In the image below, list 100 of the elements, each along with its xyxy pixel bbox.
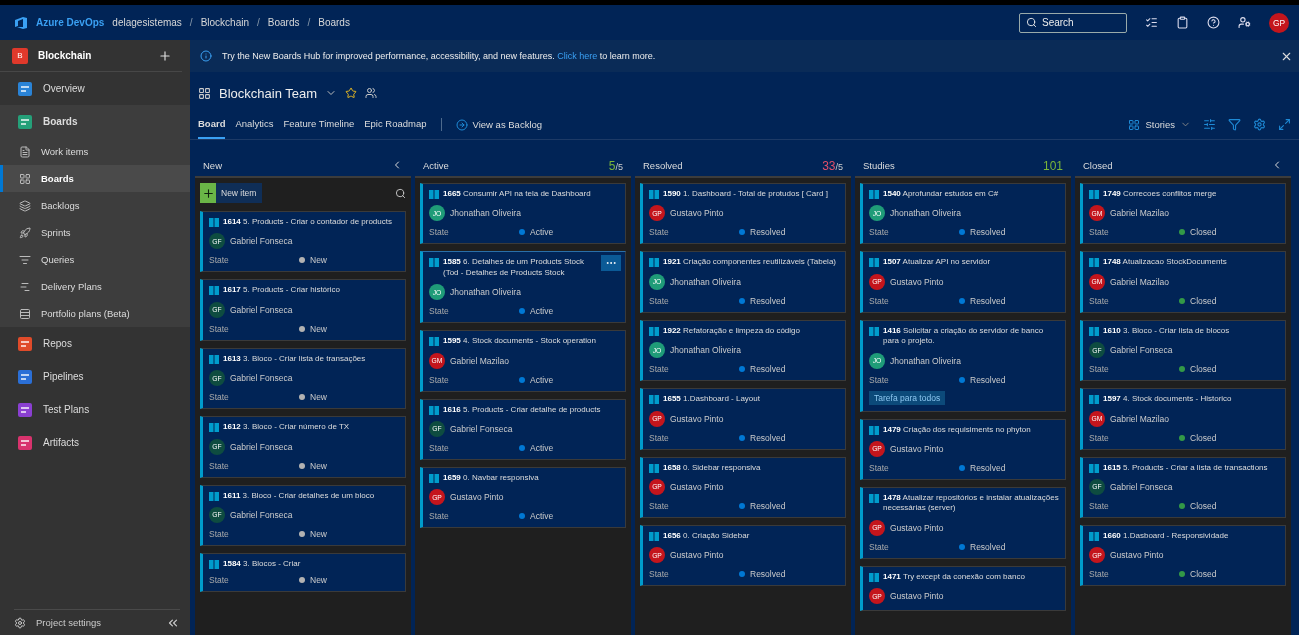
- state-value: New: [310, 323, 327, 334]
- backlog-level-selector[interactable]: Stories: [1128, 118, 1191, 131]
- help-icon[interactable]: [1207, 16, 1220, 29]
- card-title[interactable]: 1584 3. Blocos - Criar: [223, 558, 301, 570]
- card-title[interactable]: 1507 Atualizar API no servidor: [883, 257, 991, 268]
- nav-subitem[interactable]: Boards: [0, 165, 190, 192]
- card-title[interactable]: 1590 1. Dashboard - Total de protudos [ Card ]: [663, 189, 828, 200]
- more-button[interactable]: [601, 255, 621, 272]
- field-label: State: [1089, 295, 1110, 306]
- story-icon: [869, 258, 879, 268]
- settings-icon[interactable]: [1253, 118, 1266, 131]
- tab[interactable]: Feature Timeline: [283, 110, 355, 139]
- nav-item[interactable]: Pipelines: [0, 360, 190, 393]
- card-title[interactable]: 1665 Consumir API na tela de Dashboard: [443, 189, 591, 200]
- card-title[interactable]: 1611 3. Bloco - Criar detalhes de um bloco: [223, 490, 375, 501]
- add-icon[interactable]: [158, 48, 172, 63]
- assignee-name: Gabriel Mazilao: [1110, 413, 1170, 424]
- nav-item[interactable]: Test Plans: [0, 393, 190, 426]
- card-title[interactable]: 1748 Atualizacao StockDocuments: [1103, 257, 1227, 268]
- card-title[interactable]: 1660 1.Dasboard - Responsividade: [1103, 530, 1229, 542]
- card-title[interactable]: 1658 0. Sidebar responsiva: [663, 462, 761, 473]
- team-name[interactable]: Blockchain Team: [219, 85, 318, 101]
- field-label: State: [869, 374, 890, 385]
- field-label: State: [209, 255, 230, 266]
- story-icon: [209, 218, 219, 227]
- card-title[interactable]: 1595 4. Stock documents - Stock operation: [443, 336, 596, 347]
- expand-icon[interactable]: [1278, 118, 1291, 131]
- nav-item[interactable]: Boards: [0, 105, 190, 138]
- card-title[interactable]: 1617 5. Products - Criar histórico: [223, 285, 340, 296]
- project-settings-link[interactable]: Project settings: [36, 617, 156, 628]
- card-title[interactable]: 1479 Criação dos requisiments no phyton: [883, 424, 1031, 435]
- tab[interactable]: Board: [198, 110, 226, 139]
- nav-subitem[interactable]: Work items: [0, 138, 190, 165]
- hub-icon: [17, 434, 33, 451]
- card-title[interactable]: 1614 5. Products - Criar o contador de products: [223, 217, 392, 228]
- nav-subitem[interactable]: Sprints: [0, 219, 190, 246]
- field-label: State: [869, 541, 890, 552]
- banner-link[interactable]: Click here: [557, 51, 598, 61]
- tab[interactable]: Epic Roadmap: [364, 110, 427, 139]
- grid-icon: [1128, 118, 1141, 131]
- nav-item[interactable]: Repos: [0, 327, 190, 360]
- nav-subitem[interactable]: Delivery Plans: [0, 273, 190, 300]
- nav-icon: [19, 145, 31, 158]
- card-title[interactable]: 1416 Solicitar a criação do servidor de banco para o projeto.: [883, 325, 1059, 347]
- nav-item[interactable]: Overview: [0, 72, 190, 105]
- search-icon[interactable]: [395, 187, 406, 199]
- story-icon: [429, 337, 439, 347]
- list-icon[interactable]: [1145, 16, 1158, 29]
- card-title[interactable]: 1656 0. Criação Sidebar: [663, 530, 750, 542]
- people-icon[interactable]: [365, 87, 378, 99]
- state-value: Closed: [1190, 500, 1217, 511]
- card-title[interactable]: 1585 6. Detalhes de um Products Stock (Tod - Detalhes de Products Stock: [443, 257, 599, 279]
- card-title[interactable]: 1478 Atualizar repositórios e instalar atualizações necessárias (server): [883, 492, 1059, 514]
- field-label: State: [429, 306, 450, 317]
- user-avatar[interactable]: GP: [1269, 12, 1289, 33]
- view-as-backlog-link[interactable]: View as Backlog: [455, 110, 543, 139]
- tab[interactable]: Analytics: [235, 110, 274, 139]
- card-title[interactable]: 1612 3. Bloco - Criar número de TX: [223, 422, 350, 433]
- assignee-name: Gabriel Fonseca: [1110, 345, 1173, 356]
- column-title: Resolved: [643, 159, 684, 171]
- work-item-card[interactable]: 1584 3. Blocos - Criar State New: [200, 552, 406, 593]
- field-label: State: [649, 432, 670, 443]
- sliders-icon[interactable]: [1203, 118, 1216, 131]
- card-title[interactable]: 1615 5. Products - Criar a lista de transactions: [1103, 462, 1268, 473]
- star-icon[interactable]: [345, 87, 358, 99]
- filter-icon[interactable]: [1228, 118, 1241, 131]
- field-label: State: [869, 295, 890, 306]
- field-label: State: [649, 295, 670, 306]
- story-icon: [1089, 463, 1099, 473]
- card-title[interactable]: 1659 0. Navbar responsiva: [443, 472, 539, 484]
- search-field[interactable]: Search: [1019, 12, 1127, 33]
- breadcrumb[interactable]: Boards: [267, 17, 300, 28]
- brand-name[interactable]: Azure DevOps: [36, 17, 105, 28]
- card-title[interactable]: 1540 Aprofundar estudos em C#: [883, 189, 999, 200]
- card-title[interactable]: 1597 4. Stock documents - Historico: [1103, 394, 1232, 405]
- card-title[interactable]: 1749 Correcoes conflitos merge: [1103, 189, 1217, 200]
- assignee-name: Gustavo Pinto: [670, 208, 724, 219]
- clipboard-icon[interactable]: [1176, 16, 1189, 29]
- breadcrumb[interactable]: Blockchain: [200, 17, 249, 28]
- assignee-name: Gustavo Pinto: [890, 591, 944, 602]
- card-title[interactable]: 1616 5. Products - Criar detalhe de products: [443, 404, 601, 415]
- new-item-button[interactable]: New item: [200, 183, 263, 203]
- card-title[interactable]: 1471 Try except da conexão com banco: [883, 571, 1025, 583]
- nav-subitem[interactable]: Portfolio plans (Beta): [0, 300, 190, 327]
- tag: Tarefa para todos: [869, 390, 946, 405]
- nav-subitem[interactable]: Queries: [0, 246, 190, 273]
- card-title[interactable]: 1610 3. Bloco - Criar lista de blocos: [1103, 325, 1230, 337]
- field-label: State: [209, 323, 230, 334]
- card-title[interactable]: 1613 3. Bloco - Criar lista de transações: [223, 353, 366, 365]
- breadcrumb[interactable]: Boards: [318, 17, 350, 28]
- story-icon: [649, 190, 659, 199]
- project-name[interactable]: Blockchain: [38, 50, 148, 61]
- card-title[interactable]: 1655 1.Dashboard - Layout: [663, 394, 760, 405]
- card-title[interactable]: 1922 Refatoração e limpeza do código: [663, 325, 800, 337]
- card-title[interactable]: 1921 Criação componentes reutilizáveis (Tabela): [663, 257, 836, 268]
- user-settings-icon[interactable]: [1238, 16, 1251, 29]
- breadcrumb[interactable]: delagesistemas: [112, 17, 182, 28]
- nav-item[interactable]: Artifacts: [0, 426, 190, 459]
- nav-subitem[interactable]: Backlogs: [0, 192, 190, 219]
- field-label: State: [649, 227, 670, 238]
